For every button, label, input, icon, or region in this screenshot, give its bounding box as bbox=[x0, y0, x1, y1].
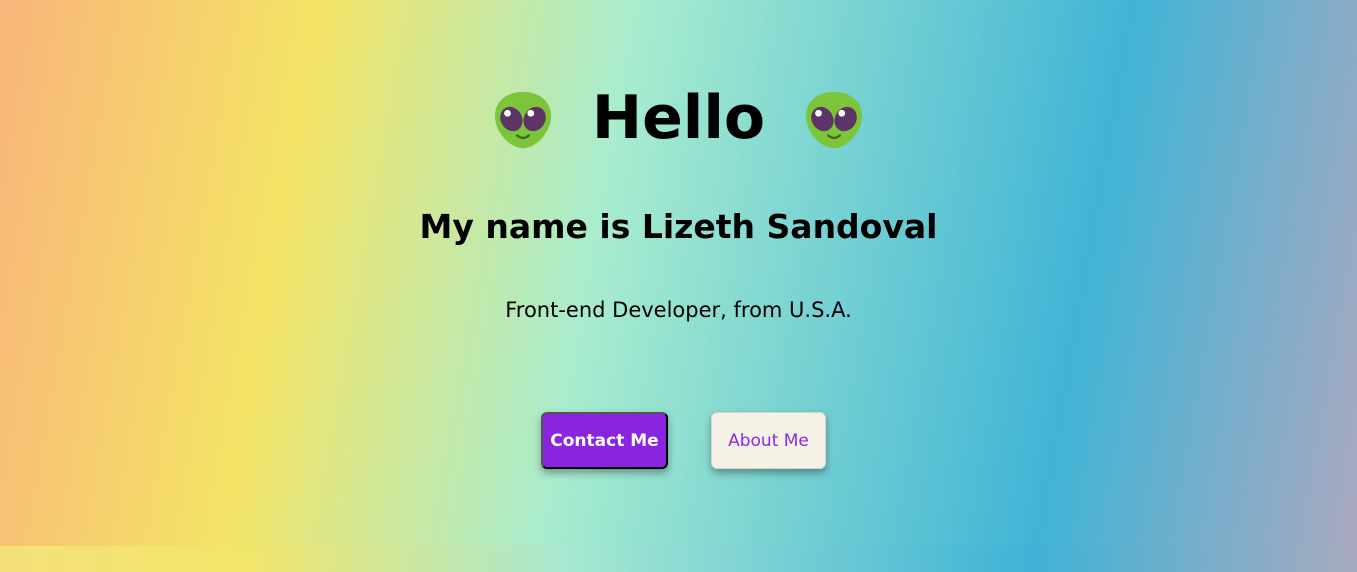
alien-emoji-icon bbox=[494, 91, 551, 149]
name-heading: My name is Lizeth Sandoval bbox=[419, 207, 938, 246]
hero-background: Hello My name is Lizeth Sandoval Front-e… bbox=[0, 0, 1357, 546]
bottom-strip bbox=[0, 546, 1357, 572]
title-row: Hello bbox=[0, 78, 1357, 162]
about-me-button[interactable]: About Me bbox=[711, 412, 826, 469]
alien-emoji-icon bbox=[806, 91, 863, 149]
page-title: Hello bbox=[591, 83, 766, 153]
tagline-text: Front-end Developer, from U.S.A. bbox=[505, 298, 852, 322]
contact-me-button[interactable]: Contact Me bbox=[541, 412, 668, 469]
